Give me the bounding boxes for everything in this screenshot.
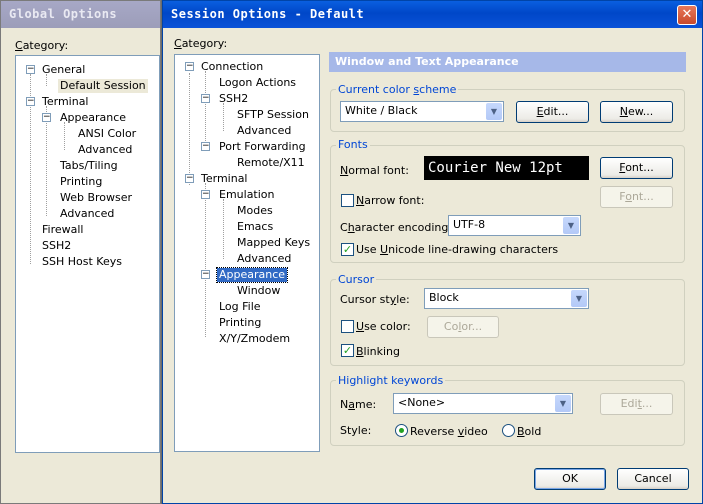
encoding-select[interactable]: UTF-8 ▼ — [448, 215, 581, 236]
tree-item-advanced[interactable]: Advanced — [235, 124, 293, 138]
unicode-label: Use Unicode line-drawing characters — [356, 243, 559, 256]
unicode-checkbox[interactable]: ✓ — [341, 243, 354, 256]
global-category-tree[interactable]: − General Default Session − Terminal − A… — [15, 55, 160, 453]
ok-button[interactable]: OK — [534, 468, 606, 490]
session-category-tree[interactable]: − Connection Logon Actions − SSH2 SFTP S… — [174, 54, 320, 452]
chevron-down-icon[interactable]: ▼ — [486, 103, 502, 120]
tree-item-modes[interactable]: Modes — [235, 204, 275, 218]
tree-item-printing[interactable]: Printing — [58, 175, 104, 189]
tree-item-ssh2[interactable]: SSH2 — [40, 239, 73, 253]
normal-font-label: Normal font: — [340, 164, 409, 177]
highlight-edit-button[interactable]: Edit... — [600, 393, 673, 415]
highlight-group-label: Highlight keywords — [336, 374, 446, 387]
collapse-icon[interactable]: − — [201, 190, 210, 199]
chevron-down-icon[interactable]: ▼ — [555, 395, 571, 412]
tree-item-printing[interactable]: Printing — [217, 316, 263, 330]
tree-item-logon-actions[interactable]: Logon Actions — [217, 76, 298, 90]
bold-label: Bold — [517, 425, 542, 438]
tree-item-remote-x11[interactable]: Remote/X11 — [235, 156, 307, 170]
global-category-label: Category: — [15, 39, 69, 52]
cursor-style-label: Cursor style: — [340, 293, 410, 306]
tree-item-xyzmodem[interactable]: X/Y/Zmodem — [217, 332, 292, 346]
tree-item-port-forwarding[interactable]: Port Forwarding — [217, 140, 308, 154]
collapse-icon[interactable]: − — [201, 142, 210, 151]
tree-item-appearance-selected[interactable]: Appearance — [215, 267, 289, 283]
collapse-icon[interactable]: − — [42, 113, 51, 122]
tree-item-terminal[interactable]: Terminal — [40, 95, 91, 109]
tree-item-appearance[interactable]: Appearance — [58, 111, 128, 125]
tree-item-ansi-color[interactable]: ANSI Color — [76, 127, 138, 141]
collapse-icon[interactable]: − — [201, 270, 210, 279]
global-options-dialog: Global Options Category: − General Defau… — [0, 0, 161, 504]
tree-item-window[interactable]: Window — [235, 284, 282, 298]
narrow-font-button[interactable]: Font... — [600, 186, 673, 208]
tree-item-advanced-2[interactable]: Advanced — [235, 252, 293, 266]
blinking-checkbox[interactable]: ✓ — [341, 344, 354, 357]
tree-item-tabs-tiling[interactable]: Tabs/Tiling — [58, 159, 120, 173]
tree-item-log-file[interactable]: Log File — [217, 300, 263, 314]
tree-item-terminal[interactable]: Terminal — [199, 172, 250, 186]
tree-item-advanced[interactable]: Advanced — [76, 143, 134, 157]
color-scheme-edit-button[interactable]: Edit... — [516, 101, 589, 123]
collapse-icon[interactable]: − — [185, 174, 194, 183]
session-options-title[interactable]: Session Options - Default — [163, 1, 702, 28]
panel-banner: Window and Text Appearance — [329, 52, 686, 72]
chevron-down-icon[interactable]: ▼ — [563, 217, 579, 234]
tree-item-ssh-host-keys[interactable]: SSH Host Keys — [40, 255, 124, 269]
global-options-title[interactable]: Global Options — [1, 1, 160, 28]
tree-item-general[interactable]: General — [40, 63, 87, 77]
cursor-style-select[interactable]: Block ▼ — [424, 288, 589, 309]
encoding-label: Character encoding: — [340, 221, 453, 234]
collapse-icon[interactable]: − — [26, 65, 35, 74]
use-color-checkbox[interactable] — [341, 320, 354, 333]
collapse-icon[interactable]: − — [26, 97, 35, 106]
tree-item-mapped-keys[interactable]: Mapped Keys — [235, 236, 312, 250]
tree-item-sftp-session[interactable]: SFTP Session — [235, 108, 311, 122]
tree-item-firewall[interactable]: Firewall — [40, 223, 85, 237]
tree-item-emacs[interactable]: Emacs — [235, 220, 275, 234]
tree-item-ssh2[interactable]: SSH2 — [217, 92, 250, 106]
fonts-group-label: Fonts — [336, 138, 370, 151]
normal-font-button[interactable]: Font... — [600, 157, 673, 179]
normal-font-preview: Courier New 12pt — [424, 156, 589, 180]
session-category-label: Category: — [174, 37, 228, 50]
cursor-group-label: Cursor — [336, 273, 377, 286]
highlight-name-select[interactable]: <None> ▼ — [393, 393, 573, 414]
tree-item-emulation[interactable]: Emulation — [217, 188, 277, 202]
tree-item-web-browser[interactable]: Web Browser — [58, 191, 134, 205]
narrow-font-label: Narrow font: — [356, 194, 425, 207]
close-icon[interactable]: ✕ — [677, 5, 697, 25]
tree-item-connection[interactable]: Connection — [199, 60, 265, 74]
color-scheme-group-label: Current color scheme — [336, 83, 459, 96]
reverse-video-radio[interactable] — [395, 424, 408, 437]
chevron-down-icon[interactable]: ▼ — [571, 290, 587, 307]
color-scheme-select[interactable]: White / Black ▼ — [340, 101, 504, 122]
cursor-color-button[interactable]: Color... — [427, 316, 499, 338]
reverse-video-label: Reverse video — [410, 425, 488, 438]
highlight-style-label: Style: — [340, 424, 372, 437]
use-color-label: Use color: — [356, 320, 411, 333]
bold-radio[interactable] — [502, 424, 515, 437]
tree-item-default-session[interactable]: Default Session — [58, 79, 148, 93]
collapse-icon[interactable]: − — [201, 94, 210, 103]
highlight-name-label: Name: — [340, 398, 377, 411]
collapse-icon[interactable]: − — [185, 62, 194, 71]
color-scheme-new-button[interactable]: New... — [600, 101, 673, 123]
cancel-button[interactable]: Cancel — [617, 468, 689, 490]
tree-item-advanced-2[interactable]: Advanced — [58, 207, 116, 221]
blinking-label: Blinking — [356, 345, 401, 358]
narrow-font-checkbox[interactable] — [341, 194, 354, 207]
